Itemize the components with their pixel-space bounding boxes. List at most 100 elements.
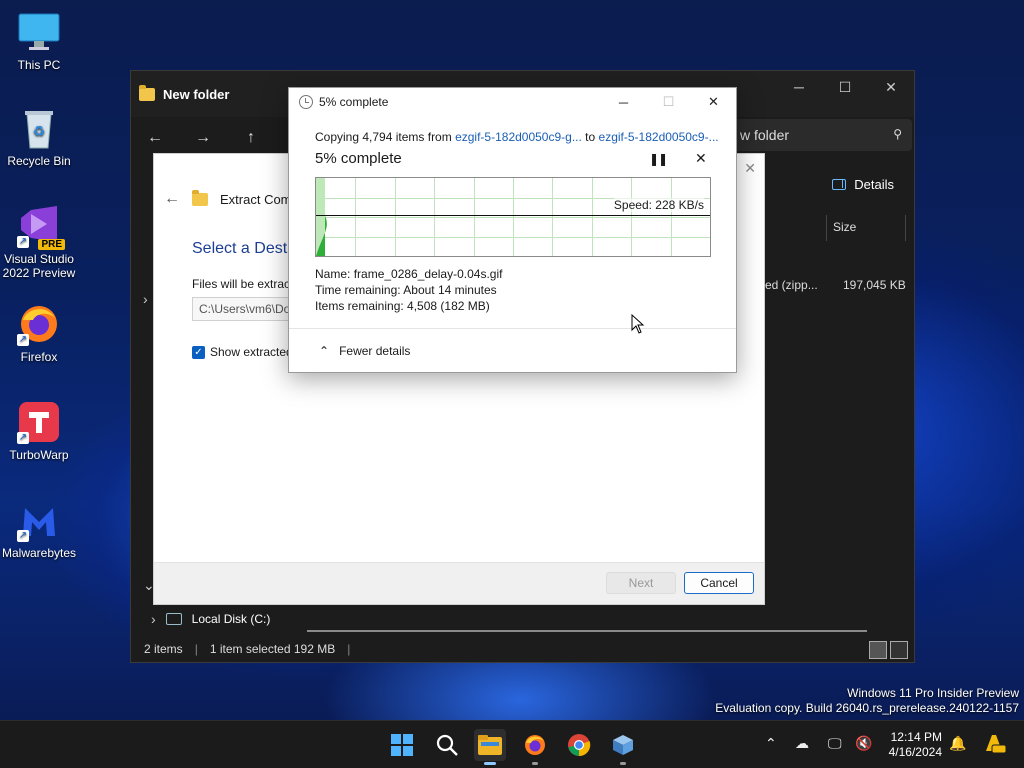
monitor-icon xyxy=(17,10,61,54)
app-icon[interactable] xyxy=(607,729,639,765)
network-icon[interactable]: 🖵 xyxy=(828,735,842,752)
horizontal-scrollbar[interactable] xyxy=(307,630,867,632)
cloud-offline-icon[interactable]: ☁ xyxy=(795,735,809,752)
chrome-icon[interactable] xyxy=(563,729,595,761)
name-value: frame_0286_delay-0.04s.gif xyxy=(353,267,503,281)
desktop-icon-malwarebytes[interactable]: ↗ Malwarebytes xyxy=(0,498,78,560)
visual-studio-icon: PRE ↗ xyxy=(17,204,65,250)
maximize-icon[interactable]: ☐ xyxy=(822,71,868,103)
chevron-up-icon[interactable]: ⌃ xyxy=(765,735,777,752)
firefox-icon: ↗ xyxy=(17,302,61,346)
volume-icon[interactable]: 🔇 xyxy=(855,735,872,752)
notification-bell-icon[interactable]: 🔔 xyxy=(949,735,966,752)
copying-summary: Copying 4,794 items from ezgif-5-182d005… xyxy=(315,130,719,144)
status-selected: 1 item selected 192 MB xyxy=(209,642,336,656)
taskbar: ⌃ ☁ 🖵 🔇 12:14 PM 4/16/2024 🔔 xyxy=(0,720,1024,768)
shortcut-arrow-icon: ↗ xyxy=(17,334,29,346)
destination-link[interactable]: ezgif-5-182d0050c9-... xyxy=(599,130,719,144)
desktop-icon-visual-studio[interactable]: PRE ↗ Visual Studio 2022 Preview xyxy=(0,204,78,280)
status-separator: | xyxy=(347,642,351,656)
speed-graph-canvas xyxy=(316,178,710,256)
close-icon[interactable]: ✕ xyxy=(744,160,756,177)
time-label: Time remaining: xyxy=(315,283,401,297)
mouse-cursor-icon xyxy=(631,314,645,334)
tiles-view-icon[interactable] xyxy=(890,641,908,659)
back-arrow-icon[interactable]: ← xyxy=(164,190,180,208)
name-label: Name: xyxy=(315,267,351,281)
search-text: w folder xyxy=(740,127,790,143)
drive-icon xyxy=(165,613,182,625)
insider-badge-icon xyxy=(982,731,1007,758)
copying-prefix: Copying 4,794 items from xyxy=(315,130,452,144)
taskbar-clock[interactable]: 12:14 PM 4/16/2024 xyxy=(878,730,942,760)
watermark-line-1: Windows 11 Pro Insider Preview xyxy=(847,686,1019,700)
desktop-icon-label: Firefox xyxy=(20,350,58,364)
minimize-icon[interactable]: ─ xyxy=(601,88,646,116)
zip-folder-icon xyxy=(192,189,208,206)
firefox-icon[interactable] xyxy=(519,729,551,765)
desktop-icon-recycle-bin[interactable]: ♻ Recycle Bin xyxy=(0,106,78,168)
desktop-icon-turbowarp[interactable]: ↗ TurboWarp xyxy=(0,400,78,462)
malwarebytes-icon: ↗ xyxy=(17,498,61,542)
turbowarp-icon: ↗ xyxy=(17,400,61,444)
details-view-icon[interactable] xyxy=(869,641,887,659)
show-extracted-checkbox[interactable]: ✓ Show extracted xyxy=(192,345,293,359)
explorer-tab-title: New folder xyxy=(163,86,230,102)
checkmark-icon: ✓ xyxy=(192,345,205,359)
search-icon: ⚲ xyxy=(893,127,902,141)
search-input[interactable]: w folder ⚲ xyxy=(732,119,912,151)
back-arrow-icon[interactable]: ← xyxy=(131,129,179,147)
close-icon[interactable]: ✕ xyxy=(691,88,736,116)
file-explorer-icon[interactable] xyxy=(474,729,506,765)
status-item-count: 2 items xyxy=(144,642,183,656)
info-time: Time remaining: About 14 minutes xyxy=(315,283,497,297)
clock-time: 12:14 PM xyxy=(890,730,942,744)
checkbox-label: Show extracted xyxy=(210,345,293,359)
items-value: 4,508 (182 MB) xyxy=(407,299,490,313)
next-button[interactable]: Next xyxy=(606,572,676,594)
minimize-icon[interactable]: ─ xyxy=(776,71,822,103)
desktop-icon-this-pc[interactable]: This PC xyxy=(0,10,78,72)
fewer-details-button[interactable]: ⌃ Fewer details xyxy=(319,344,410,358)
desktop-icon-label: TurboWarp xyxy=(9,448,69,462)
nav-item-local-disk[interactable]: › Local Disk (C:) xyxy=(151,611,270,627)
details-pane-icon xyxy=(832,179,847,190)
source-link[interactable]: ezgif-5-182d0050c9-g... xyxy=(455,130,582,144)
extract-footer: Next Cancel xyxy=(154,562,764,604)
close-icon[interactable]: ✕ xyxy=(868,71,914,103)
up-arrow-icon[interactable]: ↑ xyxy=(227,129,275,147)
extract-heading: Select a Destin xyxy=(192,240,300,257)
shortcut-arrow-icon: ↗ xyxy=(17,236,29,248)
copy-progress-dialog: 5% complete ─ ☐ ✕ Copying 4,794 items fr… xyxy=(288,87,737,373)
clock-icon xyxy=(299,95,313,109)
info-name: Name: frame_0286_delay-0.04s.gif xyxy=(315,267,502,281)
watermark-line-2: Evaluation copy. Build 26040.rs_prerelea… xyxy=(715,701,1019,715)
cancel-button[interactable]: Cancel xyxy=(684,572,754,594)
percent-complete-label: 5% complete xyxy=(315,150,402,167)
files-label: Files will be extract xyxy=(192,277,294,291)
desktop-icon-firefox[interactable]: ↗ Firefox xyxy=(0,302,78,364)
shortcut-arrow-icon: ↗ xyxy=(17,432,29,444)
details-button[interactable]: Details xyxy=(832,177,894,192)
clock-date: 4/16/2024 xyxy=(888,745,942,759)
pre-badge: PRE xyxy=(38,239,65,250)
recycle-bin-icon: ♻ xyxy=(17,106,61,150)
start-icon[interactable] xyxy=(386,729,418,761)
pause-icon[interactable]: ❚❚ xyxy=(649,152,668,166)
explorer-tab[interactable]: New folder xyxy=(139,84,230,102)
items-label: Items remaining: xyxy=(315,299,404,313)
svg-text:♻: ♻ xyxy=(33,123,46,139)
file-row-type: ed (zipp... xyxy=(765,278,818,292)
forward-arrow-icon[interactable]: → xyxy=(179,129,227,147)
to-word: to xyxy=(585,130,596,144)
folder-icon xyxy=(139,84,155,101)
size-column-header[interactable]: Size xyxy=(826,215,906,241)
chevron-right-icon[interactable]: › xyxy=(143,291,148,307)
speed-label: Speed: 228 KB/s xyxy=(613,198,704,212)
desktop-icon-label: Malwarebytes xyxy=(1,546,77,560)
speed-graph: Speed: 228 KB/s xyxy=(315,177,711,257)
fewer-details-label: Fewer details xyxy=(339,344,411,358)
time-value: About 14 minutes xyxy=(403,283,497,297)
stop-icon[interactable]: ✕ xyxy=(695,150,707,167)
search-icon[interactable] xyxy=(431,729,463,761)
